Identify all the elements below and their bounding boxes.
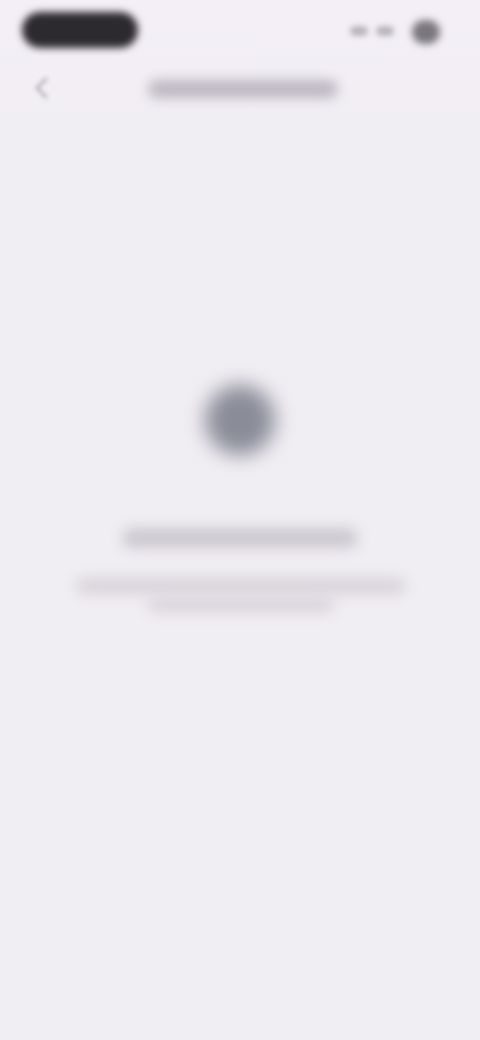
page-title xyxy=(140,76,340,102)
status-time-pill xyxy=(22,12,138,48)
empty-state-message-line-1 xyxy=(76,578,406,594)
back-chevron-icon[interactable] xyxy=(28,74,56,102)
empty-state-icon xyxy=(205,385,275,455)
status-icons xyxy=(350,20,440,44)
app-screen xyxy=(0,0,480,1040)
status-bar xyxy=(0,0,480,60)
empty-state-headline xyxy=(122,528,358,548)
top-navigation-bar xyxy=(0,60,480,120)
empty-state-message-line-2 xyxy=(148,598,334,612)
signal-icon xyxy=(350,26,368,36)
wifi-icon xyxy=(376,26,394,36)
empty-state xyxy=(0,360,480,660)
battery-icon xyxy=(412,20,440,44)
